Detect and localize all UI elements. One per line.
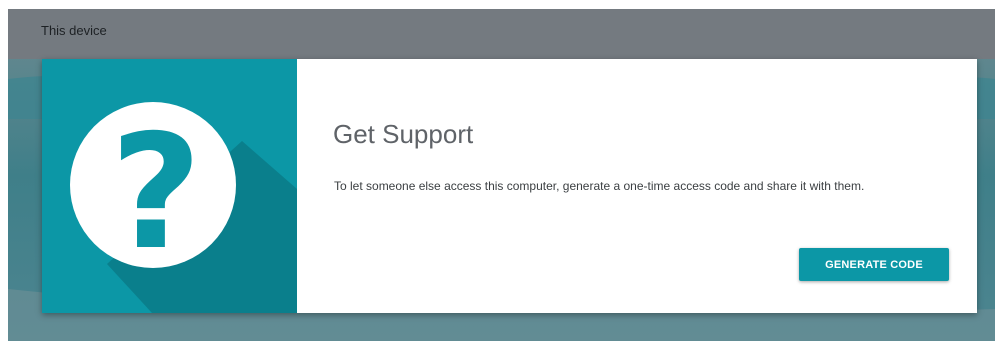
- card-title: Get Support: [333, 119, 474, 149]
- header-bar: This device: [8, 9, 995, 59]
- get-support-card: ? Get Support To let someone else access…: [42, 59, 977, 313]
- svg-text:?: ?: [110, 101, 202, 285]
- card-description: To let someone else access this computer…: [334, 179, 865, 193]
- app-frame: This device ? Get Support To let someone…: [8, 9, 995, 341]
- card-body: Get Support To let someone else access t…: [297, 59, 977, 313]
- help-question-icon: ?: [70, 101, 297, 313]
- card-icon-panel: ?: [42, 59, 297, 313]
- header-title: This device: [41, 23, 107, 38]
- generate-code-button[interactable]: GENERATE CODE: [799, 248, 949, 281]
